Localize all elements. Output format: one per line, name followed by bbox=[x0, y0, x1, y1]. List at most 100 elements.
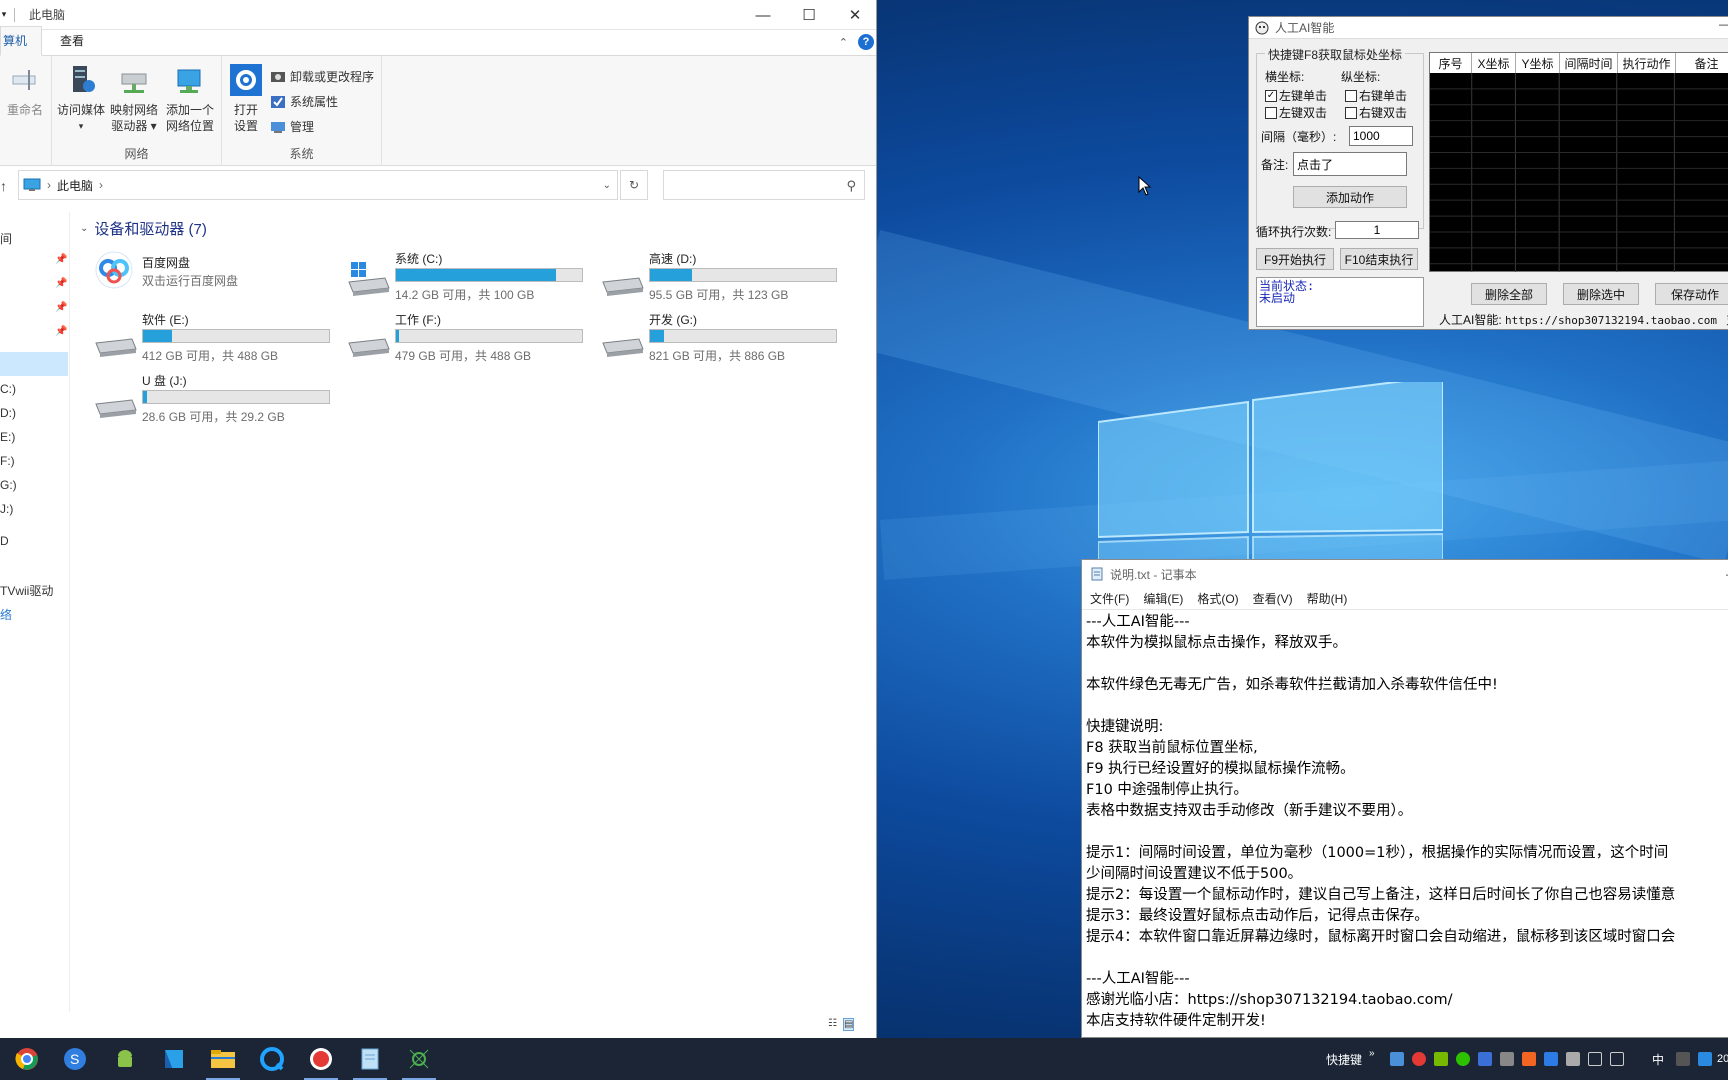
file-explorer-taskbar-icon[interactable] bbox=[208, 1044, 238, 1074]
clock[interactable]: 20 bbox=[1717, 1038, 1728, 1080]
notepad-text-area[interactable]: ---人工AI智能--- 本软件为模拟鼠标点击操作，释放双手。 本软件绿色无毒无广告… bbox=[1086, 612, 1728, 1037]
shop-link[interactable]: https://shop307132194.taobao.com bbox=[1505, 314, 1717, 327]
tray-app2-icon[interactable] bbox=[1522, 1052, 1536, 1066]
column-header[interactable]: 间隔时间 bbox=[1560, 53, 1618, 73]
search-box[interactable]: ⚲ bbox=[663, 170, 865, 200]
refresh-button[interactable]: ↻ bbox=[620, 170, 648, 200]
nav-item-d[interactable]: D:) bbox=[0, 406, 16, 420]
ime-indicator[interactable]: 中 bbox=[1652, 1038, 1664, 1080]
tray-app-icon[interactable] bbox=[1390, 1052, 1404, 1066]
nav-item[interactable]: D bbox=[0, 534, 9, 548]
column-header[interactable]: 执行动作 bbox=[1618, 53, 1676, 73]
menu-edit[interactable]: 编辑(E) bbox=[1143, 590, 1183, 607]
map-network-drive-button[interactable]: 映射网络 驱动器 ▾ bbox=[108, 64, 160, 134]
tray-wechat-icon[interactable] bbox=[1456, 1052, 1470, 1066]
tray-record-icon[interactable] bbox=[1412, 1052, 1426, 1066]
left-click-checkbox[interactable]: ✓ 左键单击 bbox=[1265, 87, 1327, 104]
notepad-taskbar-icon[interactable] bbox=[355, 1044, 385, 1074]
address-bar[interactable]: › 此电脑 › ⌄ bbox=[18, 170, 618, 200]
left-double-checkbox[interactable]: 左键双击 bbox=[1265, 104, 1327, 121]
nav-item-f[interactable]: F:) bbox=[0, 454, 15, 468]
save-action-button[interactable]: 保存动作 bbox=[1655, 283, 1728, 305]
minimize-button[interactable]: — bbox=[740, 0, 786, 30]
column-header[interactable]: X坐标 bbox=[1472, 53, 1516, 73]
stop-button[interactable]: F10结束执行 bbox=[1340, 248, 1418, 270]
note-input[interactable] bbox=[1293, 152, 1407, 176]
settings-gear-icon bbox=[230, 64, 262, 96]
section-header-devices[interactable]: ⌄ 设备和驱动器 (7) bbox=[80, 218, 207, 239]
tray-usb-icon[interactable] bbox=[1566, 1052, 1580, 1066]
uninstall-programs-button[interactable]: 卸载或更改程序 bbox=[270, 68, 374, 85]
ribbon-group-location: 重命名 bbox=[0, 56, 52, 166]
nav-item-network[interactable]: 络 bbox=[0, 606, 12, 623]
tray-volume-icon[interactable] bbox=[1610, 1052, 1624, 1066]
column-header[interactable]: Y坐标 bbox=[1516, 53, 1560, 73]
menu-view[interactable]: 查看(V) bbox=[1253, 590, 1293, 607]
nav-item-j[interactable]: J:) bbox=[0, 502, 13, 516]
menu-format[interactable]: 格式(O) bbox=[1197, 590, 1238, 607]
nav-item-e[interactable]: E:) bbox=[0, 430, 15, 444]
tab-view[interactable]: 查看 bbox=[42, 27, 98, 55]
nav-item-c[interactable]: C:) bbox=[0, 382, 16, 396]
tray-shield-icon[interactable] bbox=[1478, 1052, 1492, 1066]
up-arrow-icon[interactable]: ↑ bbox=[0, 178, 7, 194]
menu-help[interactable]: 帮助(H) bbox=[1307, 590, 1348, 607]
drive-item[interactable]: U 盘 (J:) 28.6 GB 可用，共 29.2 GB bbox=[92, 372, 342, 424]
tray-qq-icon[interactable] bbox=[1698, 1052, 1712, 1066]
chrome-icon[interactable] bbox=[12, 1044, 42, 1074]
tray-bluetooth-icon[interactable] bbox=[1544, 1052, 1558, 1066]
tray-settings-icon[interactable] bbox=[1500, 1052, 1514, 1066]
drive-item[interactable]: 工作 (F:) 479 GB 可用，共 488 GB bbox=[345, 311, 595, 363]
drive-item[interactable]: 系统 (C:) 14.2 GB 可用，共 100 GB bbox=[345, 250, 595, 302]
tab-computer[interactable]: 算机 bbox=[0, 26, 43, 56]
drive-item[interactable]: 高速 (D:) 95.5 GB 可用，共 123 GB bbox=[599, 250, 849, 302]
text-line: F9 执行已经设置好的模拟鼠标操作流畅。 bbox=[1086, 761, 1355, 777]
nav-item-tvwii[interactable]: TVwii驱动 bbox=[0, 582, 53, 599]
drive-item[interactable]: 软件 (E:) 412 GB 可用，共 488 GB bbox=[92, 311, 342, 363]
baidu-netdisk-item[interactable]: 百度网盘 双击运行百度网盘 bbox=[92, 250, 342, 302]
nav-item-g[interactable]: G:) bbox=[0, 478, 17, 492]
ai-minimize-button[interactable]: — bbox=[1719, 17, 1728, 31]
toolbar-expand-icon[interactable]: » bbox=[1369, 1032, 1375, 1074]
drive-item[interactable]: 开发 (G:) 821 GB 可用，共 886 GB bbox=[599, 311, 849, 363]
close-button[interactable]: ✕ bbox=[832, 0, 878, 30]
details-view-icon[interactable]: ☷ bbox=[828, 1018, 837, 1031]
rename-button[interactable]: 重命名 bbox=[2, 64, 48, 118]
loop-count-input[interactable] bbox=[1335, 221, 1419, 239]
help-icon[interactable]: ? bbox=[858, 34, 874, 50]
menu-file[interactable]: 文件(F) bbox=[1090, 590, 1129, 607]
collapse-ribbon-icon[interactable]: ⌃ bbox=[839, 36, 848, 49]
actions-table[interactable]: 序号 X坐标 Y坐标 间隔时间 执行动作 备注 bbox=[1429, 52, 1728, 272]
tray-nvidia-icon[interactable] bbox=[1434, 1052, 1448, 1066]
delete-all-button[interactable]: 删除全部 bbox=[1471, 283, 1547, 305]
breadcrumb-this-pc[interactable]: 此电脑 bbox=[57, 177, 93, 194]
column-header[interactable]: 备注 bbox=[1676, 53, 1728, 73]
nav-item[interactable]: 间 bbox=[0, 230, 12, 247]
sogou-icon[interactable]: S bbox=[60, 1044, 90, 1074]
manage-button[interactable]: 管理 bbox=[270, 118, 314, 135]
right-click-checkbox[interactable]: 右键单击 bbox=[1345, 87, 1407, 104]
access-media-button[interactable]: 访问媒体 ▾ bbox=[56, 64, 106, 134]
qq-browser-icon[interactable] bbox=[257, 1044, 287, 1074]
tray-toolbar-label[interactable]: 快捷键 bbox=[1326, 1038, 1362, 1080]
maximize-button[interactable]: ☐ bbox=[786, 0, 832, 30]
breadcrumb-separator-icon: › bbox=[47, 178, 51, 192]
interval-input[interactable] bbox=[1349, 126, 1413, 146]
open-settings-button[interactable]: 打开 设置 bbox=[226, 64, 266, 134]
add-action-button[interactable]: 添加动作 bbox=[1293, 186, 1407, 208]
record-icon[interactable] bbox=[306, 1044, 336, 1074]
tray-network-icon[interactable] bbox=[1588, 1052, 1602, 1066]
system-properties-button[interactable]: 系统属性 bbox=[270, 93, 338, 110]
add-network-location-button[interactable]: 添加一个 网络位置 bbox=[162, 64, 218, 134]
column-header[interactable]: 序号 bbox=[1430, 53, 1472, 73]
android-icon[interactable] bbox=[110, 1044, 140, 1074]
app-blue-icon[interactable] bbox=[159, 1044, 189, 1074]
right-double-checkbox[interactable]: 右键双击 bbox=[1345, 104, 1407, 121]
start-button[interactable]: F9开始执行 bbox=[1256, 248, 1334, 270]
tray-keyboard-icon[interactable] bbox=[1676, 1052, 1690, 1066]
rename-icon bbox=[12, 70, 36, 90]
delete-selected-button[interactable]: 删除选中 bbox=[1563, 283, 1639, 305]
address-dropdown-icon[interactable]: ⌄ bbox=[603, 180, 611, 191]
ai-tool-taskbar-icon[interactable] bbox=[404, 1044, 434, 1074]
large-icons-view-icon[interactable]: ▤ bbox=[842, 1018, 855, 1031]
